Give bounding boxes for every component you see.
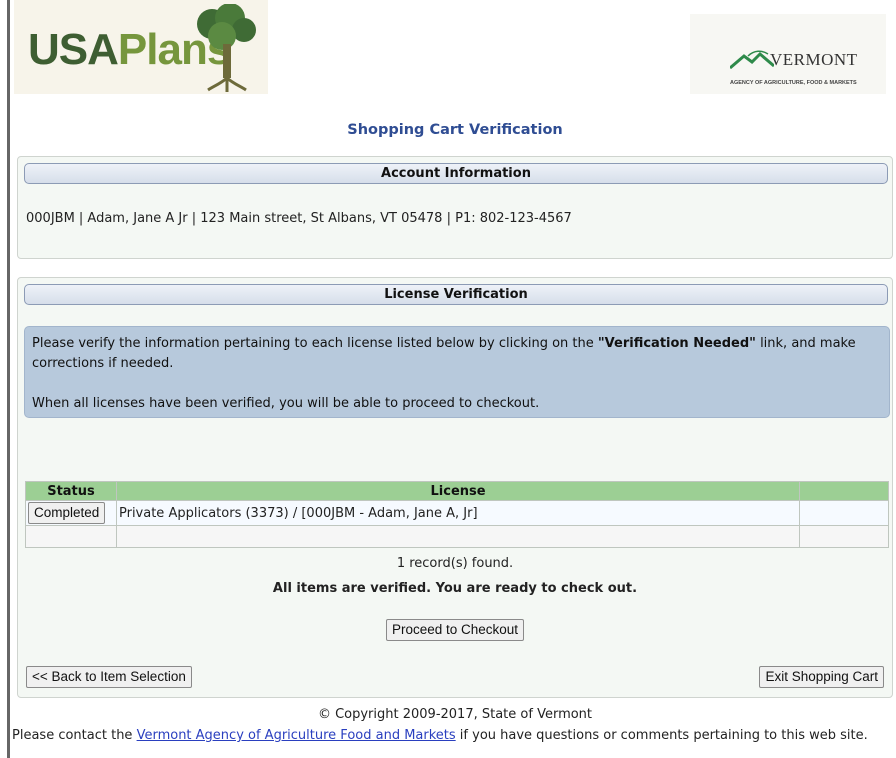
exit-shopping-cart-button[interactable]: Exit Shopping Cart [759,666,884,688]
contact-line: Please contact the Vermont Agency of Agr… [12,728,868,743]
status-cell: Completed [25,500,117,526]
page-header: USAPlans VERMONT AGENCY OF AGRICULTURE, … [14,0,894,100]
license-cell: Private Applicators (3373) / [000JBM - A… [115,500,801,526]
copyright-notice: © Copyright 2009-2017, State of Vermont [317,707,593,722]
checkout-wrapper: Proceed to Checkout [18,619,892,641]
table-header-row: Status License [25,481,889,501]
license-verification-panel: License Verification Please verify the i… [17,277,893,698]
proceed-to-checkout-button[interactable]: Proceed to Checkout [385,619,525,641]
verification-needed-emphasis: "Verification Needed" [597,336,756,351]
column-header-license: License [115,481,801,501]
vermont-wordmark: VERMONT [770,50,858,69]
left-border-rule [7,0,10,758]
agency-contact-link[interactable]: Vermont Agency of Agriculture Food and M… [137,728,456,743]
completed-status-button[interactable]: Completed [28,502,106,524]
account-information-panel: Account Information 000JBM | Adam, Jane … [17,156,893,259]
verification-notice: Please verify the information pertaining… [24,326,890,418]
license-verification-header: License Verification [24,284,888,305]
account-information-header: Account Information [24,163,888,184]
vermont-agency-logo[interactable]: VERMONT AGENCY OF AGRICULTURE, FOOD & MA… [690,14,886,94]
page-title: Shopping Cart Verification [347,122,563,138]
table-empty-row [25,525,889,548]
license-table: Status License Completed Private Applica… [25,481,889,548]
record-count: 1 record(s) found. [396,556,514,571]
notice-paragraph-2: When all licenses have been verified, yo… [32,396,540,411]
agency-tagline: AGENCY OF AGRICULTURE, FOOD & MARKETS [730,80,857,86]
column-header-status: Status [25,481,117,501]
account-details: 000JBM | Adam, Jane A Jr | 123 Main stre… [26,211,572,226]
mountain-icon [730,50,774,70]
back-to-item-selection-button[interactable]: << Back to Item Selection [26,666,192,688]
notice-paragraph-1: Please verify the information pertaining… [32,336,856,371]
tree-icon [197,4,256,92]
extra-cell [799,500,889,526]
column-header-extra [799,481,889,501]
table-row: Completed Private Applicators (3373) / [… [25,500,889,526]
usaplants-logo[interactable]: USAPlans [14,0,268,94]
verified-message: All items are verified. You are ready to… [272,581,638,596]
